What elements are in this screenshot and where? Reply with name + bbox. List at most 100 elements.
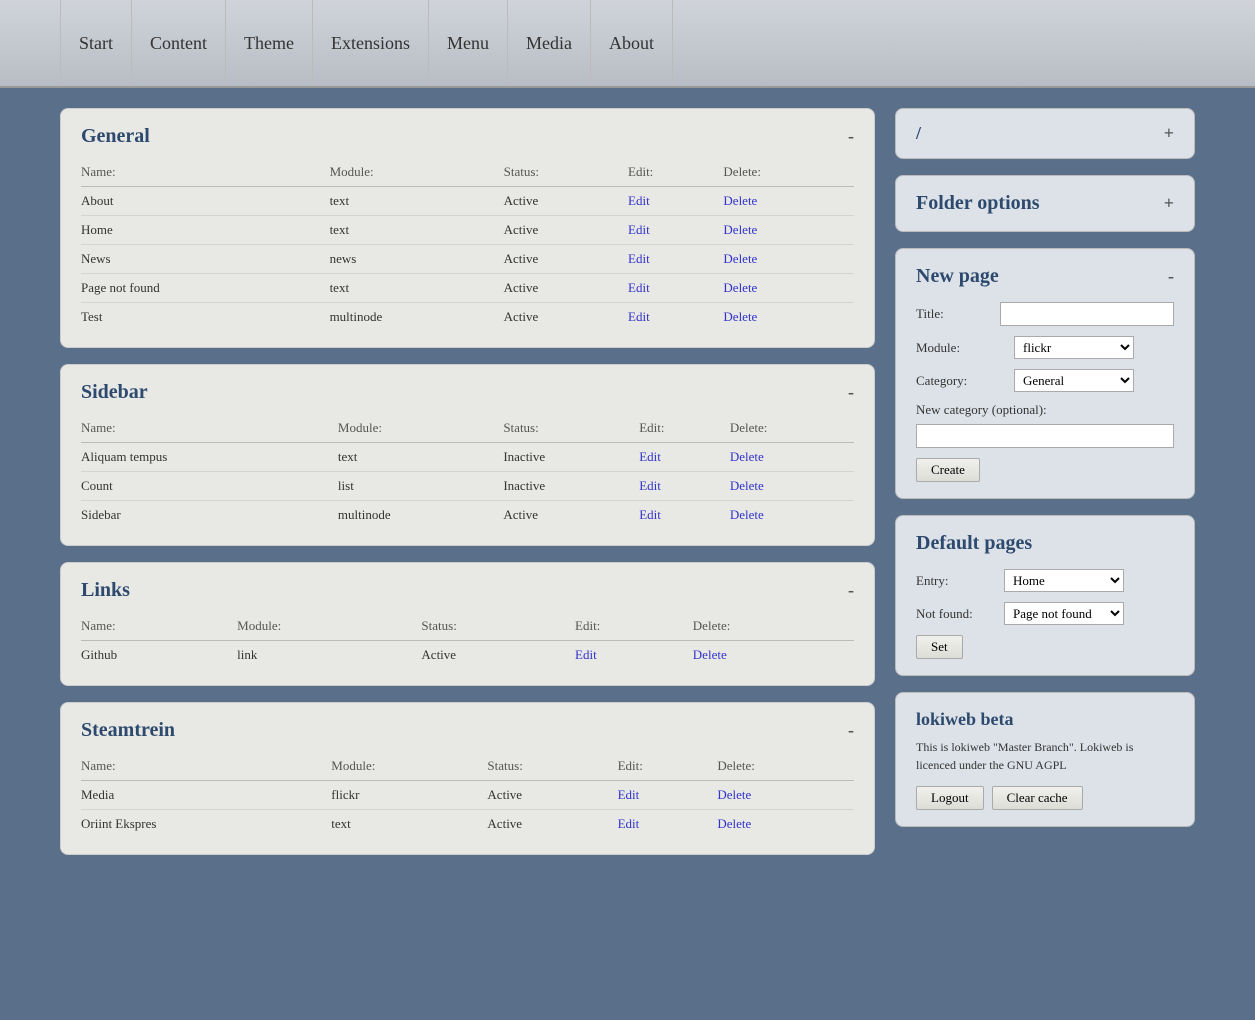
row-edit[interactable]: Edit bbox=[639, 501, 730, 530]
general-col-edit: Edit: bbox=[628, 160, 723, 187]
lokiweb-title: lokiweb beta bbox=[916, 709, 1174, 730]
row-status: Inactive bbox=[503, 472, 639, 501]
general-table: Name: Module: Status: Edit: Delete: Abou… bbox=[81, 160, 854, 331]
logout-button[interactable]: Logout bbox=[916, 786, 984, 810]
row-delete[interactable]: Delete bbox=[723, 187, 854, 216]
general-toggle[interactable]: - bbox=[848, 126, 854, 147]
steamtrein-table: Name: Module: Status: Edit: Delete: Medi… bbox=[81, 754, 854, 838]
sidebar-col-delete: Delete: bbox=[730, 416, 854, 443]
category-row: Category: GeneralSidebarLinksSteamtrein bbox=[916, 369, 1174, 392]
category-select[interactable]: GeneralSidebarLinksSteamtrein bbox=[1014, 369, 1134, 392]
create-button[interactable]: Create bbox=[916, 458, 980, 482]
row-module: text bbox=[330, 187, 504, 216]
row-delete[interactable]: Delete bbox=[723, 303, 854, 332]
row-delete[interactable]: Delete bbox=[723, 216, 854, 245]
general-title: General bbox=[81, 125, 150, 148]
row-module: flickr bbox=[331, 781, 487, 810]
row-status: Active bbox=[504, 216, 628, 245]
title-row: Title: bbox=[916, 302, 1174, 326]
row-name: Page not found bbox=[81, 274, 330, 303]
title-input[interactable] bbox=[1000, 302, 1174, 326]
sidebar-col-status: Status: bbox=[503, 416, 639, 443]
nav-media[interactable]: Media bbox=[508, 0, 591, 86]
links-table: Name: Module: Status: Edit: Delete: Gith… bbox=[81, 614, 854, 669]
sidebar-col-module: Module: bbox=[338, 416, 503, 443]
general-header: General - bbox=[81, 125, 854, 148]
row-status: Active bbox=[487, 781, 617, 810]
links-col-name: Name: bbox=[81, 614, 237, 641]
row-edit[interactable]: Edit bbox=[618, 810, 718, 839]
links-title: Links bbox=[81, 579, 130, 602]
row-delete[interactable]: Delete bbox=[723, 274, 854, 303]
row-name: Test bbox=[81, 303, 330, 332]
folder-options-toggle[interactable]: + bbox=[1164, 193, 1174, 214]
row-name: Sidebar bbox=[81, 501, 338, 530]
category-label: Category: bbox=[916, 373, 1006, 389]
steamtrein-title: Steamtrein bbox=[81, 719, 175, 742]
row-module: text bbox=[331, 810, 487, 839]
row-edit[interactable]: Edit bbox=[628, 303, 723, 332]
new-page-toggle[interactable]: - bbox=[1168, 266, 1174, 287]
nav-about[interactable]: About bbox=[591, 0, 673, 86]
row-delete[interactable]: Delete bbox=[730, 443, 854, 472]
entry-select[interactable]: HomeAboutNewsPage not foundTest bbox=[1004, 569, 1124, 592]
row-edit[interactable]: Edit bbox=[639, 472, 730, 501]
row-delete[interactable]: Delete bbox=[693, 641, 854, 670]
nav-extensions[interactable]: Extensions bbox=[313, 0, 429, 86]
module-label: Module: bbox=[916, 340, 1006, 356]
not-found-select[interactable]: HomeAboutNewsPage not foundTest bbox=[1004, 602, 1124, 625]
sidebar-toggle[interactable]: - bbox=[848, 382, 854, 403]
steamtrein-col-edit: Edit: bbox=[618, 754, 718, 781]
row-status: Active bbox=[504, 303, 628, 332]
general-card: General - Name: Module: Status: Edit: De… bbox=[60, 108, 875, 348]
module-select[interactable]: flickrtextnewsmultinodelistlink bbox=[1014, 336, 1134, 359]
row-status: Active bbox=[487, 810, 617, 839]
steamtrein-toggle[interactable]: - bbox=[848, 720, 854, 741]
links-col-status: Status: bbox=[421, 614, 575, 641]
sidebar-table: Name: Module: Status: Edit: Delete: Aliq… bbox=[81, 416, 854, 529]
nav-start[interactable]: Start bbox=[60, 0, 132, 86]
row-status: Active bbox=[504, 274, 628, 303]
links-toggle[interactable]: - bbox=[848, 580, 854, 601]
default-pages-title: Default pages bbox=[916, 532, 1032, 555]
folder-options-card: Folder options + bbox=[895, 175, 1195, 232]
row-edit[interactable]: Edit bbox=[628, 187, 723, 216]
row-name: Oriint Ekspres bbox=[81, 810, 331, 839]
row-status: Active bbox=[503, 501, 639, 530]
row-delete[interactable]: Delete bbox=[723, 245, 854, 274]
row-edit[interactable]: Edit bbox=[639, 443, 730, 472]
table-row: Aliquam tempus text Inactive Edit Delete bbox=[81, 443, 854, 472]
row-name: Count bbox=[81, 472, 338, 501]
nav-menu[interactable]: Menu bbox=[429, 0, 508, 86]
sidebar-card: Sidebar - Name: Module: Status: Edit: De… bbox=[60, 364, 875, 546]
row-edit[interactable]: Edit bbox=[628, 245, 723, 274]
row-delete[interactable]: Delete bbox=[717, 781, 854, 810]
default-pages-card: Default pages Entry: HomeAboutNewsPage n… bbox=[895, 515, 1195, 676]
row-edit[interactable]: Edit bbox=[628, 216, 723, 245]
steamtrein-col-module: Module: bbox=[331, 754, 487, 781]
row-status: Active bbox=[504, 245, 628, 274]
clear-cache-button[interactable]: Clear cache bbox=[992, 786, 1083, 810]
row-module: text bbox=[330, 274, 504, 303]
path-toggle[interactable]: + bbox=[1164, 123, 1174, 144]
steamtrein-header: Steamtrein - bbox=[81, 719, 854, 742]
general-col-module: Module: bbox=[330, 160, 504, 187]
nav-theme[interactable]: Theme bbox=[226, 0, 313, 86]
new-category-input[interactable] bbox=[916, 424, 1174, 448]
set-button[interactable]: Set bbox=[916, 635, 963, 659]
nav-content[interactable]: Content bbox=[132, 0, 226, 86]
row-delete[interactable]: Delete bbox=[717, 810, 854, 839]
sidebar-header: Sidebar - bbox=[81, 381, 854, 404]
right-column: / + Folder options + New page - Title: M… bbox=[895, 108, 1195, 827]
row-edit[interactable]: Edit bbox=[628, 274, 723, 303]
row-delete[interactable]: Delete bbox=[730, 501, 854, 530]
row-edit[interactable]: Edit bbox=[618, 781, 718, 810]
lokiweb-description: This is lokiweb "Master Branch". Lokiweb… bbox=[916, 738, 1174, 774]
table-row: Media flickr Active Edit Delete bbox=[81, 781, 854, 810]
steamtrein-card: Steamtrein - Name: Module: Status: Edit:… bbox=[60, 702, 875, 855]
row-delete[interactable]: Delete bbox=[730, 472, 854, 501]
row-name: News bbox=[81, 245, 330, 274]
row-edit[interactable]: Edit bbox=[575, 641, 693, 670]
module-row: Module: flickrtextnewsmultinodelistlink bbox=[916, 336, 1174, 359]
new-page-title: New page bbox=[916, 265, 999, 288]
